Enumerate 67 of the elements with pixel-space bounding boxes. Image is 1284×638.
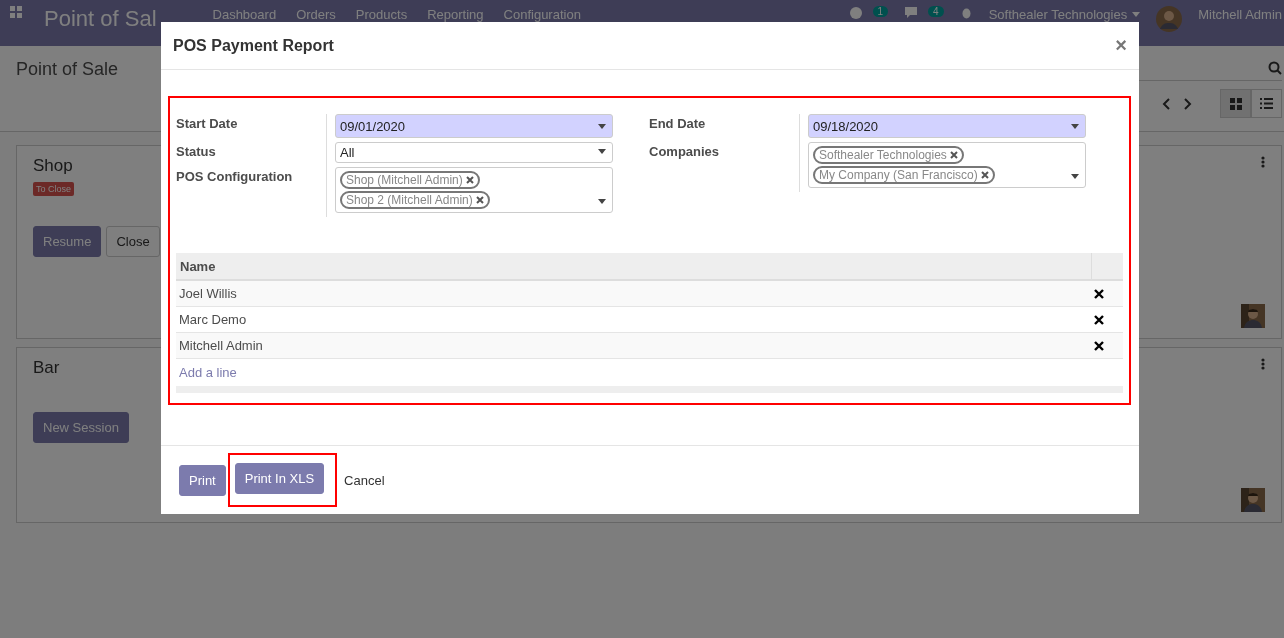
previous-icon[interactable] [1162,97,1170,110]
print-button[interactable]: Print In XLS [234,462,325,494]
tag: Shop (Mitchell Admin) [340,171,480,189]
session-button[interactable]: Close [106,226,160,257]
grid-icon [1229,97,1242,110]
field-label: POS Configuration [176,167,327,217]
activity-count: 1 [872,6,889,17]
next-icon[interactable] [1184,97,1192,110]
remove-icon[interactable] [980,171,989,179]
breadcrumb: Point of Sale [16,59,119,81]
kanban-view-button[interactable] [1220,89,1251,118]
menu-item[interactable]: Products [355,7,408,22]
session-name: Bar [33,358,60,378]
caret-icon [598,124,606,129]
bug-icon[interactable] [959,6,973,19]
table-cell-text: Marc Demo [178,312,248,327]
table-cell-text: Mitchell Admin [178,338,264,353]
cancel-button[interactable]: Cancel [339,464,390,496]
search-icon[interactable] [1268,61,1282,75]
apps-icon[interactable] [10,6,22,18]
field-label: Start Date [176,114,327,142]
caret-icon [598,149,606,154]
caret-icon [1071,124,1079,129]
menu-item[interactable]: Dashboard [212,7,277,22]
tags-field[interactable]: Softhealer Technologies My Company (San Francisco) [808,142,1086,188]
remove-icon[interactable] [475,196,484,204]
chat-icon[interactable] [904,6,919,19]
list-icon [1260,98,1273,109]
column-header[interactable]: Name [176,258,1091,274]
add-line-link[interactable]: Add a line [176,359,1123,386]
field-label: End Date [649,114,800,142]
menu-item[interactable]: Reporting [427,7,484,22]
delete-icon[interactable] [1094,314,1104,325]
caret-icon [598,199,606,204]
select-field[interactable]: All [335,142,613,163]
app-title: Point of Sal [44,6,157,32]
delete-icon[interactable] [1094,288,1104,299]
date-field[interactable]: 09/01/2020 [335,114,613,138]
kebab-menu-icon[interactable] [1261,156,1265,168]
close-button[interactable]: × [1115,34,1127,57]
kebab-menu-icon[interactable] [1261,358,1265,370]
menu-item[interactable]: Configuration [503,7,581,22]
caret-icon [1071,174,1079,179]
session-button[interactable]: Resume [33,226,102,257]
tag: Shop 2 (Mitchell Admin) [340,191,490,209]
table-cell-text: Joel Willis [178,286,238,301]
remove-icon[interactable] [949,151,958,159]
date-field[interactable]: 09/18/2020 [808,114,1086,138]
user-menu[interactable]: Mitchell Admin [1198,7,1282,22]
delete-icon[interactable] [1094,340,1104,351]
tags-field[interactable]: Shop (Mitchell Admin) Shop 2 (Mitchell Admin) [335,167,613,213]
company-switcher[interactable]: Softhealer Technologies [988,7,1141,22]
message-count: 4 [928,6,944,17]
remove-icon[interactable] [465,176,474,184]
list-view-button[interactable] [1251,89,1282,118]
menu-item[interactable]: Orders [296,7,336,22]
field-label: Companies [649,142,800,192]
clock-icon[interactable] [848,6,863,20]
tag: My Company (San Francisco) [813,166,995,184]
session-name: Shop [33,156,73,176]
tag: Softhealer Technologies [813,146,964,164]
session-button[interactable]: New Session [33,412,129,443]
status-badge: To Close [33,182,74,196]
caret-icon [1132,12,1141,17]
field-label: Status [176,142,327,167]
print-button[interactable]: Print [179,464,226,496]
dialog-title: POS Payment Report [173,36,334,55]
